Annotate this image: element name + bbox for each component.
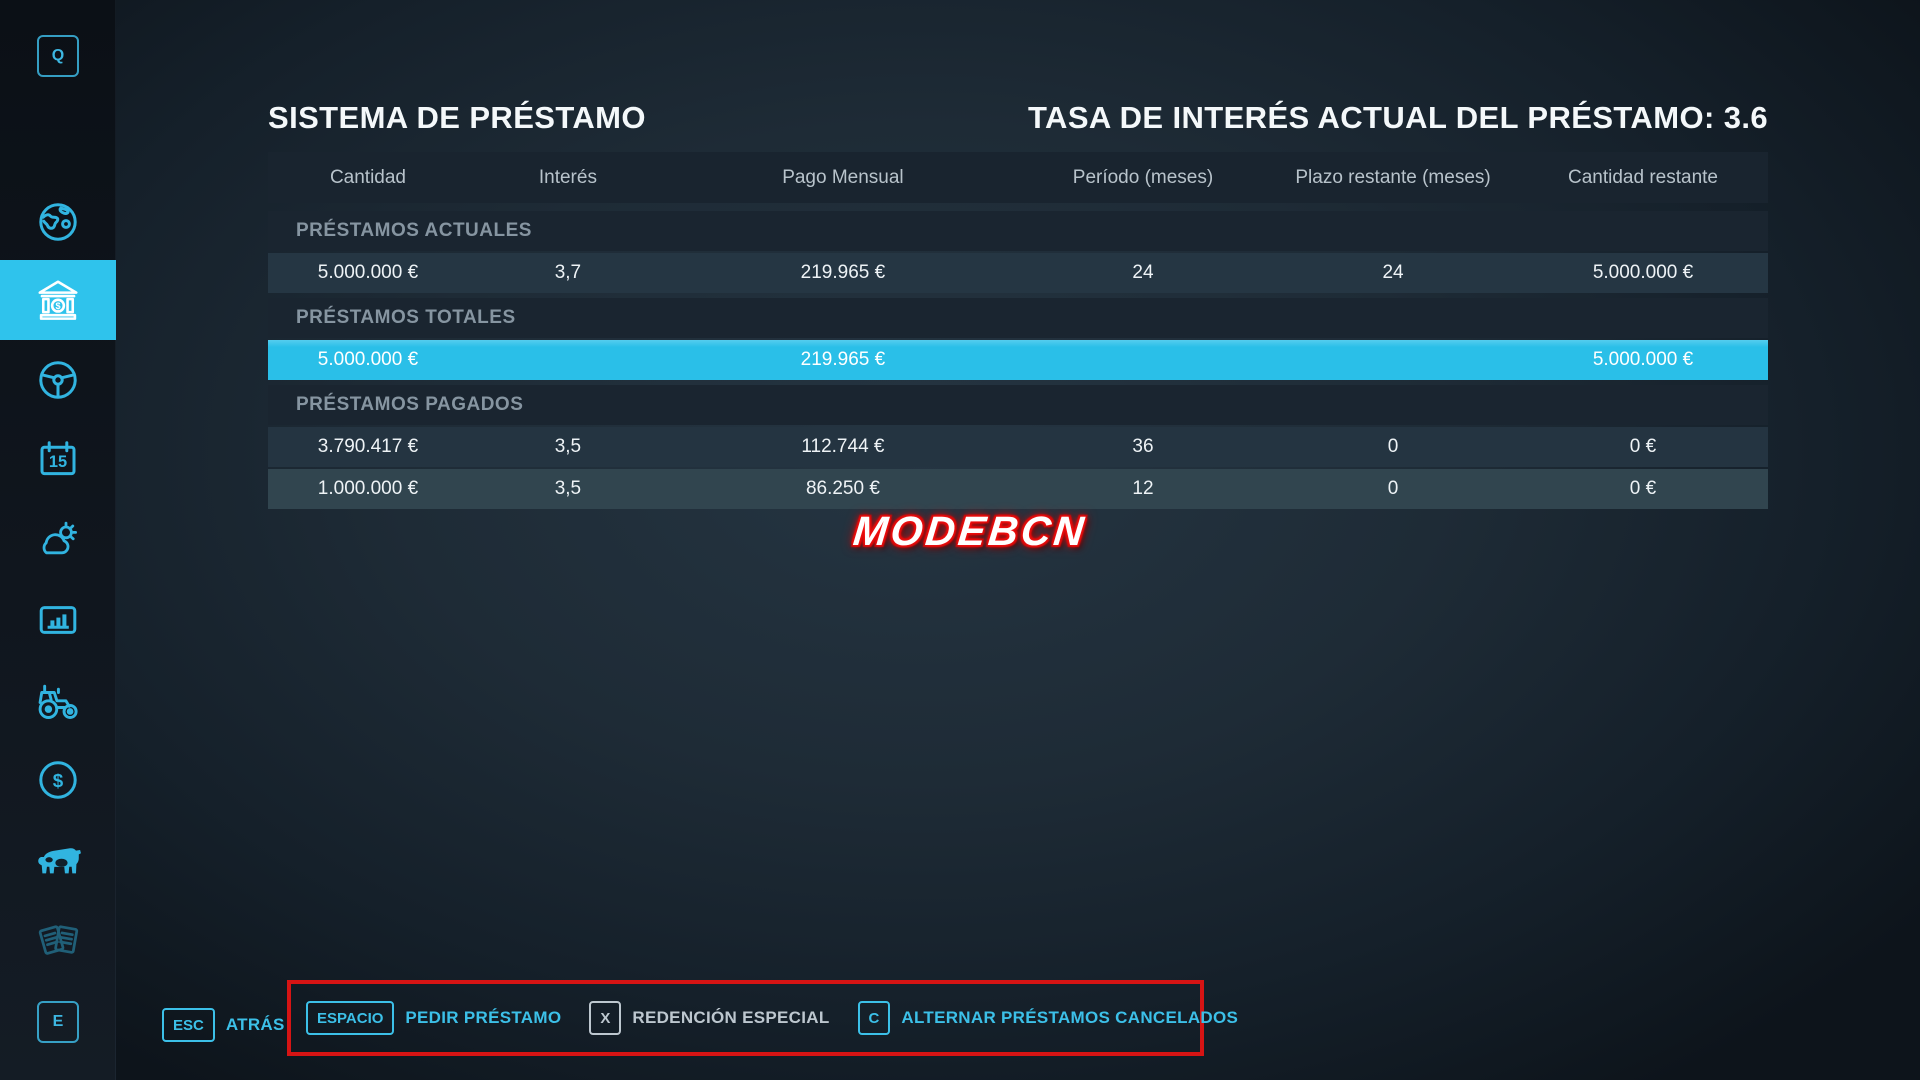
cell-amount: 3.790.417 € bbox=[268, 427, 468, 467]
cell-monthly-payment: 86.250 € bbox=[668, 469, 1018, 509]
menu-key-hint: Q bbox=[0, 16, 116, 96]
weather-icon bbox=[34, 516, 82, 564]
x-key-icon: X bbox=[589, 1001, 621, 1035]
cell-remaining-term: 0 bbox=[1268, 469, 1518, 509]
toggle-cancelled-loans-shortcut[interactable]: C ALTERNAR PRÉSTAMOS CANCELADOS bbox=[858, 1001, 1239, 1035]
column-header: Cantidad bbox=[268, 152, 468, 203]
svg-text:15: 15 bbox=[49, 453, 67, 471]
cell-period: 36 bbox=[1018, 427, 1268, 467]
annotation-rectangle: ESPACIO PEDIR PRÉSTAMO X REDENCIÓN ESPEC… bbox=[287, 980, 1204, 1056]
sidebar-item-finance-overview[interactable]: $ bbox=[0, 740, 116, 820]
table-row[interactable]: 3.790.417 € 3,5 112.744 € 36 0 0 € bbox=[268, 427, 1768, 467]
page-title: SISTEMA DE PRÉSTAMO bbox=[268, 100, 646, 136]
bank-finances-icon: $ bbox=[32, 274, 84, 326]
cell-interest bbox=[468, 340, 668, 380]
section-header-paid-loans: PRÉSTAMOS PAGADOS bbox=[268, 385, 1768, 425]
sidebar-item-garage[interactable] bbox=[0, 660, 116, 740]
back-label: ATRÁS bbox=[226, 1015, 285, 1035]
contracts-icon bbox=[33, 915, 83, 965]
cell-remaining-term bbox=[1268, 340, 1518, 380]
special-redemption-shortcut[interactable]: X REDENCIÓN ESPECIAL bbox=[589, 1001, 829, 1035]
request-loan-shortcut[interactable]: ESPACIO PEDIR PRÉSTAMO bbox=[306, 1001, 561, 1035]
cell-amount: 5.000.000 € bbox=[268, 253, 468, 293]
cell-monthly-payment: 219.965 € bbox=[668, 340, 1018, 380]
globe-icon bbox=[34, 198, 82, 246]
sidebar-item-animals[interactable] bbox=[0, 820, 116, 900]
steering-wheel-icon bbox=[34, 356, 82, 404]
sidebar-item-vehicles[interactable] bbox=[0, 340, 116, 420]
cell-monthly-payment: 112.744 € bbox=[668, 427, 1018, 467]
money-icon: $ bbox=[34, 756, 82, 804]
cell-monthly-payment: 219.965 € bbox=[668, 253, 1018, 293]
cell-remaining-amount: 0 € bbox=[1518, 469, 1768, 509]
tractor-icon bbox=[33, 675, 83, 725]
cell-remaining-amount: 5.000.000 € bbox=[1518, 253, 1768, 293]
request-loan-label: PEDIR PRÉSTAMO bbox=[405, 1008, 561, 1028]
cell-interest: 3,5 bbox=[468, 427, 668, 467]
toggle-cancelled-loans-label: ALTERNAR PRÉSTAMOS CANCELADOS bbox=[901, 1008, 1238, 1028]
modebcn-watermark: MODEBCN bbox=[698, 508, 1243, 555]
cell-interest: 3,5 bbox=[468, 469, 668, 509]
calendar-icon: 15 bbox=[34, 436, 82, 484]
table-row[interactable]: 5.000.000 € 3,7 219.965 € 24 24 5.000.00… bbox=[268, 253, 1768, 293]
statistics-icon bbox=[34, 596, 82, 644]
interest-rate-label: TASA DE INTERÉS ACTUAL DEL PRÉSTAMO: 3.6 bbox=[1028, 100, 1768, 136]
esc-key-icon: ESC bbox=[162, 1008, 215, 1042]
cell-amount: 5.000.000 € bbox=[268, 340, 468, 380]
cell-remaining-term: 0 bbox=[1268, 427, 1518, 467]
sidebar-item-finances[interactable]: $ bbox=[0, 260, 116, 340]
sidebar-item-contracts[interactable] bbox=[0, 900, 116, 980]
column-header: Interés bbox=[468, 152, 668, 203]
table-row[interactable]: 1.000.000 € 3,5 86.250 € 12 0 0 € bbox=[268, 469, 1768, 509]
cell-period bbox=[1018, 340, 1268, 380]
titlebar: SISTEMA DE PRÉSTAMO TASA DE INTERÉS ACTU… bbox=[268, 100, 1768, 136]
special-redemption-label: REDENCIÓN ESPECIAL bbox=[632, 1008, 829, 1028]
cell-remaining-amount: 5.000.000 € bbox=[1518, 340, 1768, 380]
e-key-icon: E bbox=[37, 1001, 79, 1043]
cell-period: 24 bbox=[1018, 253, 1268, 293]
column-header: Plazo restante (meses) bbox=[1268, 152, 1518, 203]
column-header: Pago Mensual bbox=[668, 152, 1018, 203]
q-key-icon: Q bbox=[37, 35, 79, 77]
section-header-current-loans: PRÉSTAMOS ACTUALES bbox=[268, 211, 1768, 251]
svg-text:$: $ bbox=[55, 301, 60, 311]
c-key-icon: C bbox=[858, 1001, 891, 1035]
sidebar-item-statistics[interactable] bbox=[0, 580, 116, 660]
cell-amount: 1.000.000 € bbox=[268, 469, 468, 509]
cell-period: 12 bbox=[1018, 469, 1268, 509]
space-key-icon: ESPACIO bbox=[306, 1001, 394, 1035]
column-header: Cantidad restante bbox=[1518, 152, 1768, 203]
table-row-selected[interactable]: 5.000.000 € 219.965 € 5.000.000 € bbox=[268, 340, 1768, 380]
sidebar-item-map[interactable] bbox=[0, 182, 116, 262]
toggle-key-hint: E bbox=[0, 982, 116, 1062]
loan-table: Cantidad Interés Pago Mensual Período (m… bbox=[268, 152, 1768, 509]
column-header: Período (meses) bbox=[1018, 152, 1268, 203]
animals-icon bbox=[32, 834, 84, 886]
sidebar: Q $ bbox=[0, 0, 116, 1080]
back-shortcut[interactable]: ESC ATRÁS bbox=[162, 1008, 285, 1042]
cell-remaining-amount: 0 € bbox=[1518, 427, 1768, 467]
cell-remaining-term: 24 bbox=[1268, 253, 1518, 293]
cell-interest: 3,7 bbox=[468, 253, 668, 293]
loan-system-screen: Q $ bbox=[0, 0, 1920, 1080]
svg-text:$: $ bbox=[53, 770, 64, 791]
table-header-row: Cantidad Interés Pago Mensual Período (m… bbox=[268, 152, 1768, 203]
sidebar-item-weather[interactable] bbox=[0, 500, 116, 580]
sidebar-item-calendar[interactable]: 15 bbox=[0, 420, 116, 500]
section-header-total-loans: PRÉSTAMOS TOTALES bbox=[268, 298, 1768, 338]
